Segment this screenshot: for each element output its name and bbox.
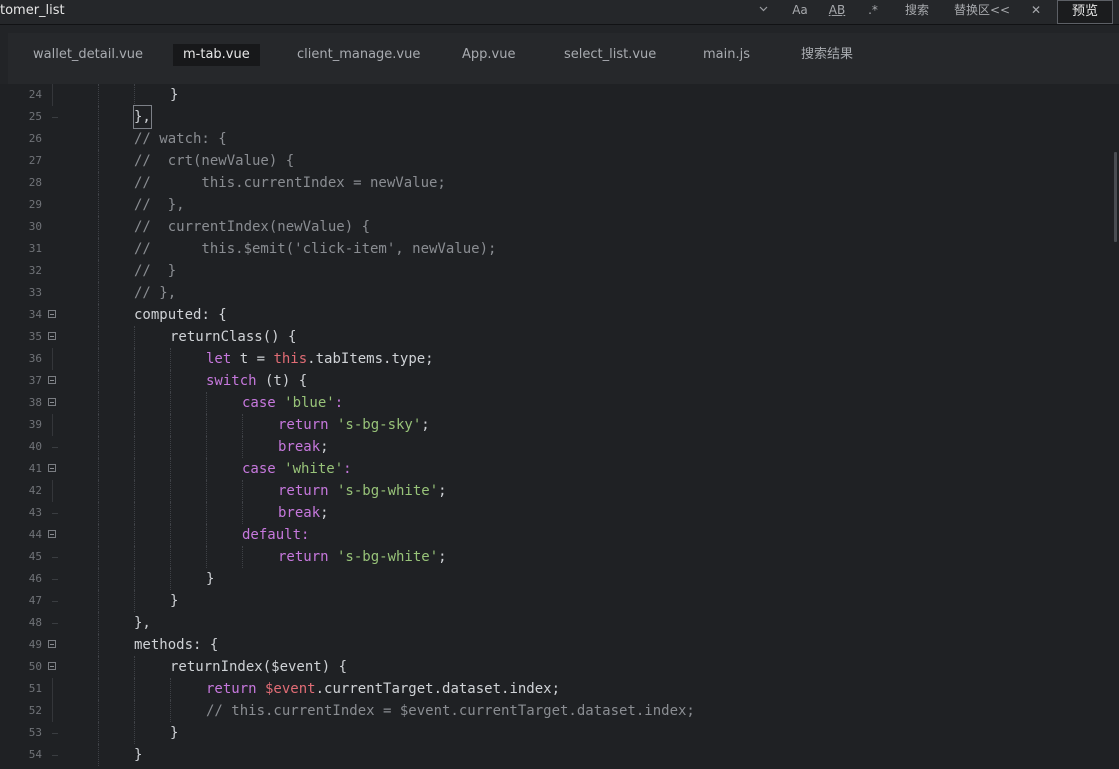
code-line: 46 } [0, 568, 1110, 590]
line-number: 28 [28, 176, 42, 189]
line-number: 27 [28, 154, 42, 167]
fold-toggle-icon[interactable] [48, 464, 56, 472]
line-number: 45 [28, 550, 42, 563]
line-number: 48 [28, 616, 42, 629]
code-line: 45 return 's-bg-white'; [0, 546, 1110, 568]
close-find-button[interactable]: ✕ [1028, 0, 1044, 22]
code-line: 48 }, [0, 612, 1110, 634]
code-line: 38 case 'blue': [0, 392, 1110, 414]
code-line: 34 computed: { [0, 304, 1110, 326]
code-line: 49 methods: { [0, 634, 1110, 656]
line-number: 31 [28, 242, 42, 255]
line-number: 34 [28, 308, 42, 321]
code-lines[interactable]: 24 } 25 }, 26 // watch: { 27 // crt(newV… [0, 84, 1110, 766]
code-line: 44 default: [0, 524, 1110, 546]
line-number: 46 [28, 572, 42, 585]
line-number: 53 [28, 726, 42, 739]
line-number: 50 [28, 660, 42, 673]
code-line: 24 } [0, 84, 1110, 106]
whole-word-toggle[interactable]: A͟B [828, 0, 846, 22]
line-number: 47 [28, 594, 42, 607]
fold-toggle-icon[interactable] [48, 530, 56, 538]
tab-app[interactable]: App.vue [462, 44, 515, 66]
fold-toggle-icon[interactable] [48, 310, 56, 318]
fold-toggle-icon[interactable] [48, 332, 56, 340]
preview-button[interactable]: 预览 [1057, 0, 1113, 24]
code-line: 28 // this.currentIndex = newValue; [0, 172, 1110, 194]
line-number: 30 [28, 220, 42, 233]
line-number: 35 [28, 330, 42, 343]
code-line: 54 } [0, 744, 1110, 766]
tab-wallet-detail[interactable]: wallet_detail.vue [33, 44, 143, 66]
find-bar: Aa A͟B .* 搜索 替换区<< ✕ 预览 [0, 0, 1119, 25]
line-number: 37 [28, 374, 42, 387]
code-line: 41 case 'white': [0, 458, 1110, 480]
code-line: 40 break; [0, 436, 1110, 458]
code-line: 31 // this.$emit('click-item', newValue)… [0, 238, 1110, 260]
tab-select-list[interactable]: select_list.vue [564, 44, 656, 66]
line-number: 26 [28, 132, 42, 145]
code-line: 42 return 's-bg-white'; [0, 480, 1110, 502]
tab-strip [0, 25, 1119, 84]
fold-toggle-icon[interactable] [48, 398, 56, 406]
line-number: 24 [28, 88, 42, 101]
chevron-down-icon [759, 6, 767, 12]
code-line: 32 // } [0, 260, 1110, 282]
vertical-scrollbar[interactable] [1110, 84, 1119, 769]
match-case-toggle[interactable]: Aa [790, 0, 810, 22]
line-number: 43 [28, 506, 42, 519]
code-line: 51 return $event.currentTarget.dataset.i… [0, 678, 1110, 700]
code-line: 50 returnIndex($event) { [0, 656, 1110, 678]
line-number: 32 [28, 264, 42, 277]
scrollbar-thumb[interactable] [1114, 152, 1117, 242]
search-history-dropdown[interactable] [754, 0, 772, 22]
fold-toggle-icon[interactable] [48, 662, 56, 670]
line-number: 42 [28, 484, 42, 497]
tab-main-js[interactable]: main.js [703, 44, 750, 66]
matched-bracket: }, [133, 105, 152, 129]
code-line: 29 // }, [0, 194, 1110, 216]
line-number: 54 [28, 748, 42, 761]
fold-toggle-icon[interactable] [48, 376, 56, 384]
tab-m-tab[interactable]: m-tab.vue [173, 44, 260, 66]
line-number: 41 [28, 462, 42, 475]
line-number: 29 [28, 198, 42, 211]
tab-search-results[interactable]: 搜索结果 [801, 44, 853, 66]
toggle-replace-button[interactable]: 替换区<< [954, 0, 1010, 22]
code-line: 35 returnClass() { [0, 326, 1110, 348]
line-number: 49 [28, 638, 42, 651]
code-line: 25 }, [0, 105, 1110, 129]
code-line: 52 // this.currentIndex = $event.current… [0, 700, 1110, 722]
line-number: 36 [28, 352, 42, 365]
search-button[interactable]: 搜索 [902, 0, 932, 22]
code-line: 33 // }, [0, 282, 1110, 304]
regex-toggle[interactable]: .* [864, 0, 882, 22]
code-line: 37 switch (t) { [0, 370, 1110, 392]
fold-toggle-icon[interactable] [48, 640, 56, 648]
close-icon: ✕ [1030, 3, 1042, 17]
code-line: 43 break; [0, 502, 1110, 524]
code-line: 47 } [0, 590, 1110, 612]
code-line: 39 return 's-bg-sky'; [0, 414, 1110, 436]
line-number: 25 [28, 110, 42, 123]
line-number: 44 [28, 528, 42, 541]
code-line: 36 let t = this.tabItems.type; [0, 348, 1110, 370]
tab-client-manage[interactable]: client_manage.vue [297, 44, 420, 66]
code-line: 53 } [0, 722, 1110, 744]
line-number: 39 [28, 418, 42, 431]
line-number: 38 [28, 396, 42, 409]
code-line: 27 // crt(newValue) { [0, 150, 1110, 172]
line-number: 33 [28, 286, 42, 299]
line-number: 51 [28, 682, 42, 695]
code-line: 30 // currentIndex(newValue) { [0, 216, 1110, 238]
line-number: 40 [28, 440, 42, 453]
search-input[interactable] [0, 0, 760, 22]
code-line: 26 // watch: { [0, 128, 1110, 150]
line-number: 52 [28, 704, 42, 717]
